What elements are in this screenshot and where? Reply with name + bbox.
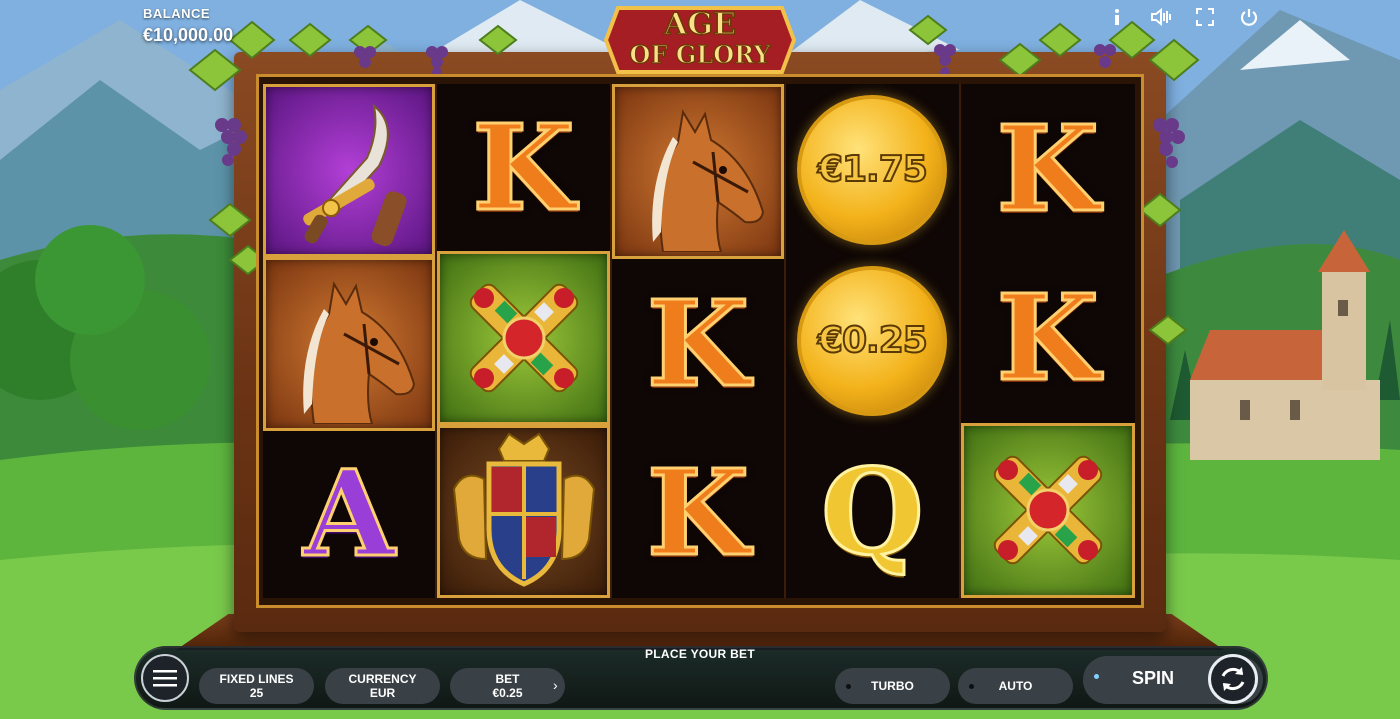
fullscreen-icon[interactable]: [1194, 6, 1216, 28]
refresh-icon: [1221, 667, 1245, 691]
coin-symbol: €1.75: [797, 94, 948, 245]
horse-icon: [303, 281, 416, 424]
fixed-lines-value: 25: [249, 686, 264, 700]
balance-label: BALANCE: [143, 6, 211, 21]
symbol-cell: K: [960, 84, 1135, 254]
chevron-right-icon[interactable]: ›: [553, 677, 558, 693]
currency-display[interactable]: CURRENCY EUR: [325, 668, 440, 704]
jewel-cross-icon: [469, 283, 578, 393]
jewel-cross-icon: [993, 456, 1103, 565]
game-logo: AGE OF GLORY: [598, 0, 802, 78]
bet-selector[interactable]: BET €0.25: [450, 668, 565, 704]
symbol-cell: [263, 257, 436, 431]
hamburger-icon: [153, 670, 177, 687]
symbol-cell: [437, 424, 610, 598]
turbo-label: TURBO: [871, 679, 914, 693]
toggle-indicator: [969, 684, 974, 689]
symbol-k: K: [645, 273, 751, 413]
symbol-cell: [263, 84, 436, 258]
coat-of-arms-icon: [452, 432, 595, 587]
symbol-k: K: [645, 443, 751, 583]
balance-display: BALANCE €10,000.00: [143, 6, 233, 46]
symbol-a: A: [302, 444, 397, 584]
horse-icon: [652, 108, 764, 252]
sword-icon: [303, 103, 407, 246]
symbol-cell: K: [960, 253, 1135, 423]
currency-value: EUR: [369, 686, 396, 700]
balance-value: €10,000.00: [143, 25, 234, 45]
toggle-indicator: [846, 684, 851, 689]
bet-value: €0.25: [492, 686, 523, 700]
symbol-cell: K: [611, 428, 785, 598]
fixed-lines-label: FIXED LINES: [219, 672, 294, 686]
info-icon[interactable]: [1106, 6, 1128, 28]
symbol-k: K: [995, 267, 1101, 407]
reel-1: A: [263, 84, 438, 598]
menu-button[interactable]: [141, 654, 189, 702]
coin-value: €0.25: [817, 319, 929, 362]
symbol-cell: €1.75: [786, 84, 959, 256]
turbo-button[interactable]: TURBO: [835, 668, 950, 704]
sound-icon[interactable]: [1150, 6, 1172, 28]
symbol-cell: Q: [786, 426, 959, 598]
symbol-cell: K: [611, 259, 785, 429]
spin-button[interactable]: [1208, 654, 1258, 704]
symbol-cell: K: [437, 84, 610, 252]
symbol-cell: A: [263, 430, 436, 598]
symbol-cell: €0.25: [786, 255, 959, 427]
reel-2: K: [437, 84, 612, 598]
symbol-cell: [611, 84, 785, 260]
fixed-lines-display[interactable]: FIXED LINES 25: [199, 668, 314, 704]
auto-label: AUTO: [998, 679, 1033, 693]
reel-3: K K: [611, 84, 787, 598]
symbol-cell: [437, 251, 610, 425]
coin-value: €1.75: [817, 148, 929, 191]
spin-indicator: [1094, 674, 1099, 679]
logo-line-2: OF GLORY: [630, 40, 772, 69]
power-icon[interactable]: [1238, 6, 1260, 28]
top-toolbar: [1106, 6, 1260, 28]
reel-5: K K: [960, 84, 1135, 598]
symbol-k: K: [471, 97, 577, 237]
auto-button[interactable]: AUTO: [958, 668, 1073, 704]
logo-line-1: AGE: [663, 7, 736, 42]
reels: A K K K €1.75 €0.25 Q K K: [263, 84, 1135, 598]
reel-4: €1.75 €0.25 Q: [786, 84, 961, 598]
symbol-k: K: [995, 98, 1101, 238]
symbol-q: Q: [819, 442, 925, 582]
symbol-cell: [960, 422, 1135, 598]
currency-label: CURRENCY: [348, 672, 417, 686]
spin-label[interactable]: SPIN: [1132, 668, 1174, 689]
bet-label: BET: [495, 672, 520, 686]
coin-symbol: €0.25: [797, 265, 948, 416]
